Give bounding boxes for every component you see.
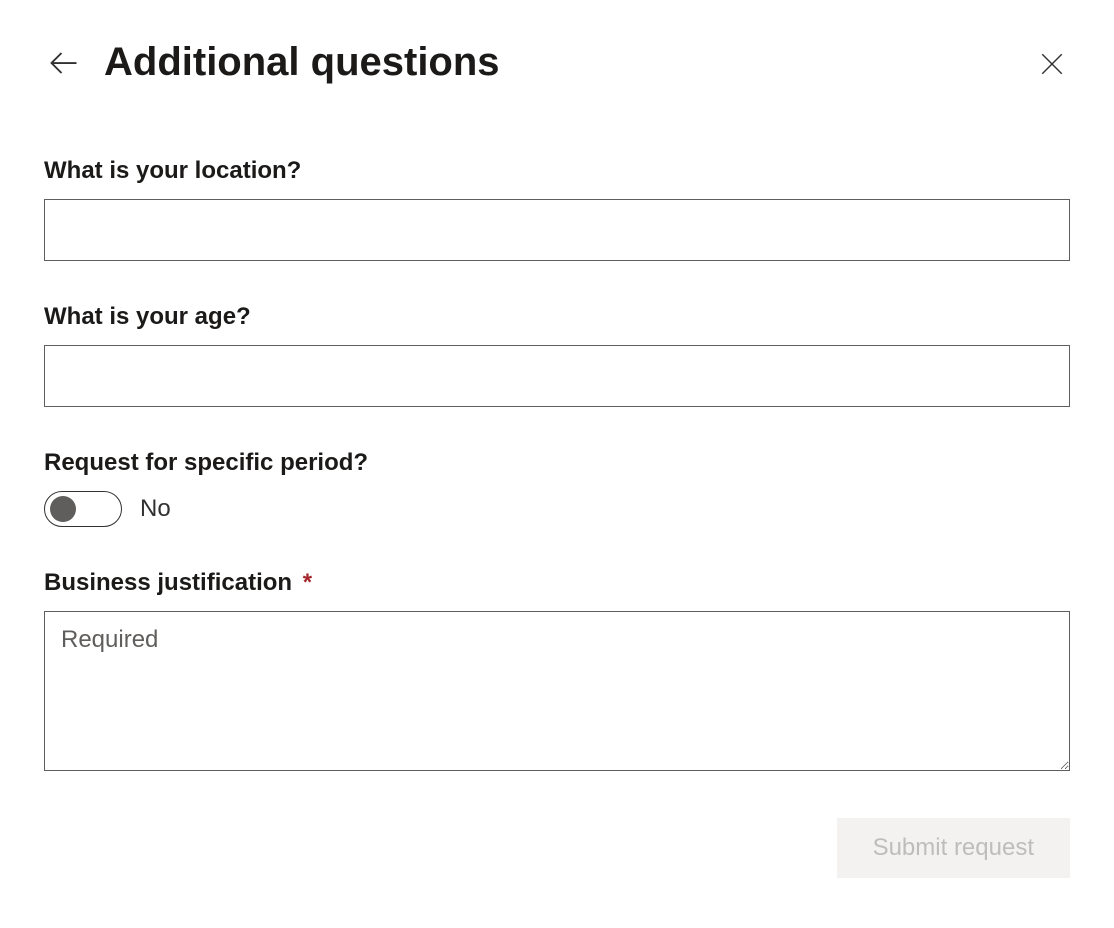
toggle-knob [50,496,76,522]
actions-row: Submit request [44,818,1070,878]
justification-label-text: Business justification [44,569,292,596]
specific-period-toggle[interactable] [44,491,122,527]
toggle-row: No [44,491,1070,527]
required-indicator: * [303,569,312,596]
age-label: What is your age? [44,303,1070,331]
location-field-group: What is your location? [44,157,1070,261]
justification-textarea[interactable] [44,611,1070,771]
justification-label: Business justification * [44,569,1070,597]
location-input[interactable] [44,199,1070,261]
specific-period-label: Request for specific period? [44,449,1070,477]
close-icon [1039,51,1065,77]
specific-period-value: No [140,495,171,523]
location-label: What is your location? [44,157,1070,185]
close-button[interactable] [1034,46,1070,82]
justification-field-group: Business justification * [44,569,1070,776]
age-input[interactable] [44,345,1070,407]
page-title: Additional questions [104,40,500,85]
arrow-left-icon [49,48,79,78]
dialog-header: Additional questions [44,40,1070,85]
back-button[interactable] [44,43,84,83]
specific-period-field-group: Request for specific period? No [44,449,1070,527]
age-field-group: What is your age? [44,303,1070,407]
submit-request-button[interactable]: Submit request [837,818,1070,878]
